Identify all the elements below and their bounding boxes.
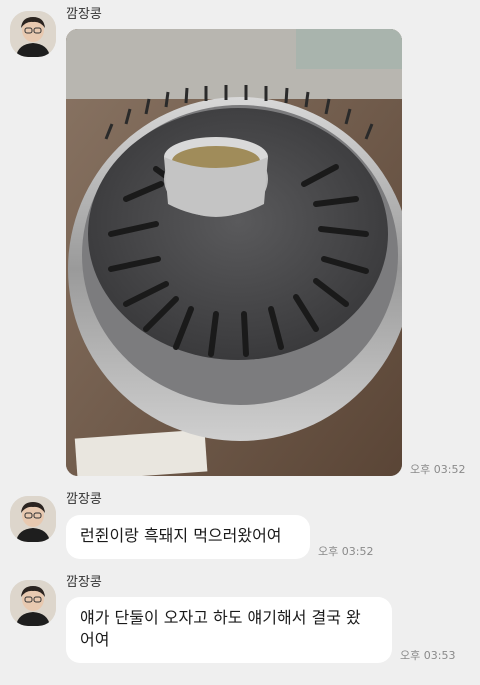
- message-bubble[interactable]: 런쥔이랑 흑돼지 먹으러왔어여: [66, 515, 310, 559]
- sender-name: 깜장콩: [66, 575, 102, 590]
- photo-message[interactable]: [66, 29, 402, 476]
- avatar[interactable]: [10, 11, 56, 57]
- sender-name: 깜장콩: [66, 7, 102, 22]
- message-text-line: 얘가 단둘이 오자고 하도 얘기해서 결국 왔: [80, 608, 361, 627]
- avatar[interactable]: [10, 580, 56, 626]
- sender-name: 깜장콩: [66, 492, 102, 507]
- message-time: 오후 03:53: [400, 649, 456, 662]
- message-bubble[interactable]: 얘가 단둘이 오자고 하도 얘기해서 결국 왔 어여: [66, 597, 392, 663]
- avatar[interactable]: [10, 496, 56, 542]
- message-time: 오후 03:52: [318, 545, 374, 558]
- message-text-line: 어여: [80, 630, 110, 649]
- grill-pan-image: [66, 29, 402, 476]
- message-time: 오후 03:52: [410, 463, 466, 476]
- chat-view: 깜장콩 오후 03:52 깜장콩 런쥔이랑 흑돼지 먹으러왔어여 오후 03:5…: [0, 0, 480, 685]
- message-text: 런쥔이랑 흑돼지 먹으러왔어여: [80, 526, 282, 545]
